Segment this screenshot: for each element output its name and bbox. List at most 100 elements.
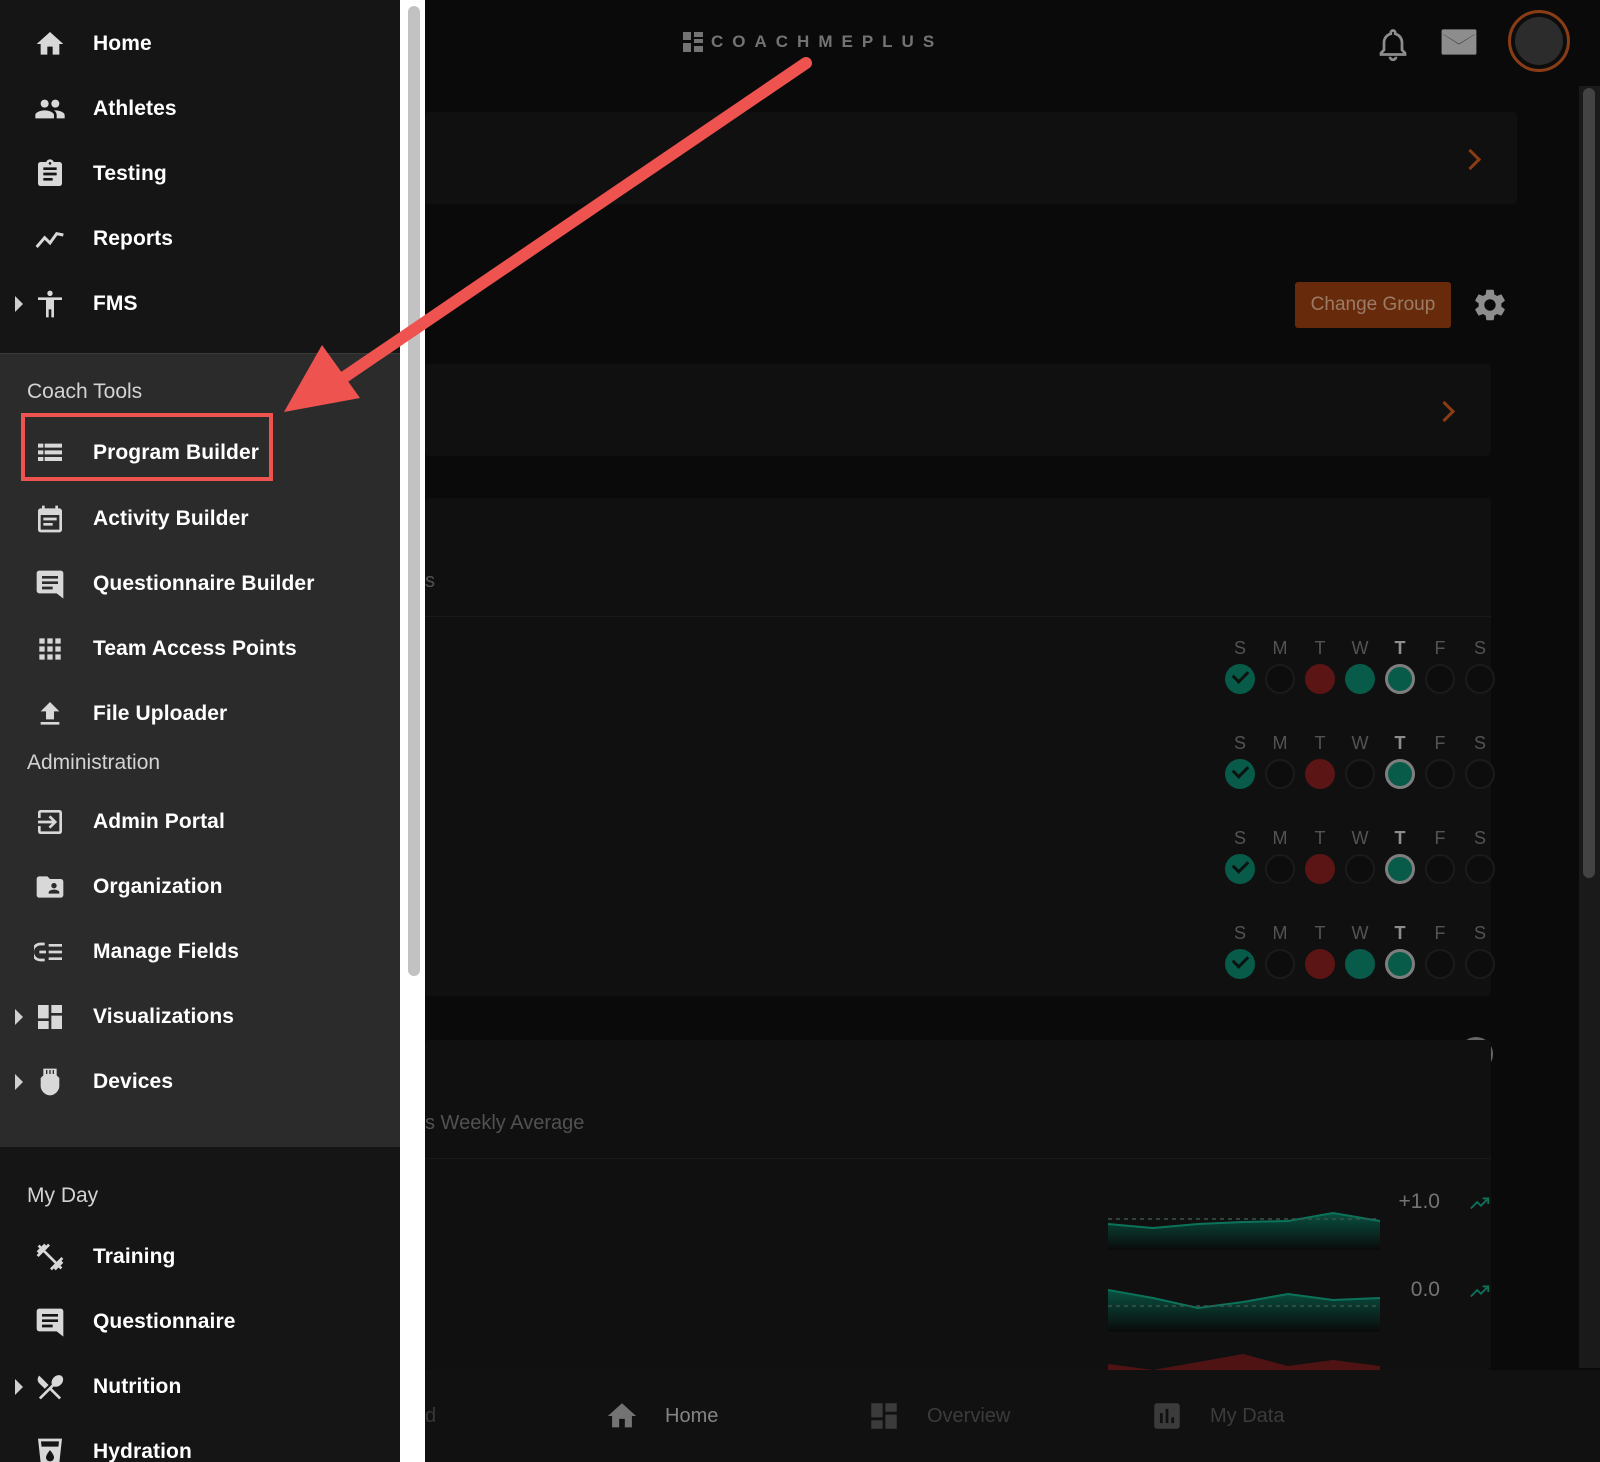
nav-item-label: Activity Builder	[93, 507, 249, 530]
nav-item-devices[interactable]: Devices	[0, 1054, 400, 1110]
expand-caret-icon[interactable]	[15, 1379, 23, 1395]
card-subtitle: s Weekly Average	[425, 1112, 585, 1134]
day-status-check[interactable]	[1225, 664, 1255, 694]
people-icon	[34, 93, 66, 125]
day-status-empty[interactable]	[1345, 854, 1375, 884]
day-status-check[interactable]	[1225, 759, 1255, 789]
day-status-today[interactable]	[1385, 664, 1415, 694]
day-status-empty[interactable]	[1425, 854, 1455, 884]
nav-item-label: Testing	[93, 162, 167, 185]
app-logo[interactable]: COACHMEPLUS	[683, 30, 943, 54]
day-status-empty[interactable]	[1425, 949, 1455, 979]
bottom-nav-overview[interactable]: Overview	[867, 1370, 1010, 1462]
nav-item-label: Visualizations	[93, 1005, 235, 1028]
day-status-empty[interactable]	[1265, 854, 1295, 884]
day-status-today[interactable]	[1385, 949, 1415, 979]
day-status-check[interactable]	[1225, 854, 1255, 884]
bottom-nav-partial-item[interactable]: d	[425, 1370, 436, 1462]
nav-item-questionnaire[interactable]: Questionnaire	[0, 1294, 400, 1350]
day-letter: M	[1272, 923, 1288, 943]
nav-item-label: Nutrition	[93, 1375, 182, 1398]
day-status-empty[interactable]	[1265, 759, 1295, 789]
nav-item-label: Team Access Points	[93, 637, 297, 660]
bottom-navigation: d Home Overview My Data	[425, 1370, 1600, 1462]
day-status-red[interactable]	[1305, 664, 1335, 694]
group-card[interactable]	[425, 364, 1491, 456]
expand-caret-icon[interactable]	[15, 1009, 23, 1025]
sparkline-3	[1108, 1354, 1380, 1370]
folder-person-icon	[34, 871, 66, 903]
logo-mark-icon	[683, 32, 703, 52]
day-letter: T	[1314, 733, 1326, 753]
avatar[interactable]	[1508, 10, 1570, 72]
calendar-note-icon	[34, 503, 66, 535]
bell-icon[interactable]	[1375, 24, 1411, 64]
nav-item-admin-portal[interactable]: Admin Portal	[0, 794, 400, 850]
nav-item-manage-fields[interactable]: Manage Fields	[0, 924, 400, 980]
day-status-empty[interactable]	[1265, 664, 1295, 694]
day-status-empty[interactable]	[1265, 949, 1295, 979]
day-letter: T	[1314, 923, 1326, 943]
week-row: SMTWTFS	[1225, 733, 1497, 813]
nav-item-questionnaire-builder[interactable]: Questionnaire Builder	[0, 556, 400, 612]
day-status-empty[interactable]	[1425, 759, 1455, 789]
nav-item-training[interactable]: Training	[0, 1229, 400, 1285]
drawer-scrollbar[interactable]	[400, 0, 425, 1462]
change-group-button[interactable]: Change Group	[1295, 282, 1451, 328]
nav-item-program-builder[interactable]: Program Builder	[0, 425, 400, 481]
day-status-today[interactable]	[1385, 759, 1415, 789]
day-status-green[interactable]	[1345, 949, 1375, 979]
day-status-green[interactable]	[1345, 664, 1375, 694]
nav-item-visualizations[interactable]: Visualizations	[0, 989, 400, 1045]
upload-icon	[34, 698, 66, 730]
day-status-empty[interactable]	[1465, 759, 1495, 789]
line-chart-icon	[34, 223, 66, 255]
main-scrollbar-thumb[interactable]	[1583, 88, 1595, 878]
nav-item-activity-builder[interactable]: Activity Builder	[0, 491, 400, 547]
trend-value: 0.0	[1410, 1278, 1440, 1301]
nav-item-organization[interactable]: Organization	[0, 859, 400, 915]
nav-item-home[interactable]: Home	[0, 16, 400, 72]
day-status-red[interactable]	[1305, 949, 1335, 979]
nav-item-hydration[interactable]: Hydration	[0, 1424, 400, 1462]
day-letter: S	[1473, 828, 1486, 848]
day-status-empty[interactable]	[1465, 854, 1495, 884]
day-status-empty[interactable]	[1425, 664, 1455, 694]
nav-item-label: Questionnaire Builder	[93, 572, 315, 595]
mail-icon[interactable]	[1440, 26, 1478, 58]
day-letter: F	[1434, 923, 1446, 943]
drawer-scrollbar-thumb[interactable]	[408, 6, 420, 976]
nav-item-team-access-points[interactable]: Team Access Points	[0, 621, 400, 677]
sparkline-2	[1108, 1289, 1380, 1332]
expand-caret-icon[interactable]	[15, 296, 23, 312]
nav-item-athletes[interactable]: Athletes	[0, 81, 400, 137]
nav-item-testing[interactable]: Testing	[0, 146, 400, 202]
day-letter: F	[1434, 733, 1446, 753]
main-scrollbar[interactable]	[1579, 86, 1600, 1368]
day-status-empty[interactable]	[1465, 949, 1495, 979]
nav-item-nutrition[interactable]: Nutrition	[0, 1359, 400, 1415]
nav-item-fms[interactable]: FMS	[0, 276, 400, 332]
summary-card[interactable]	[425, 112, 1517, 204]
expand-caret-icon[interactable]	[15, 1074, 23, 1090]
gear-icon[interactable]	[1471, 286, 1509, 324]
sparkline-1	[1108, 1211, 1380, 1250]
chevron-right-icon	[1459, 148, 1482, 171]
fields-icon	[34, 936, 66, 968]
card-subtitle: s	[425, 570, 435, 592]
day-status-empty[interactable]	[1345, 759, 1375, 789]
day-status-empty[interactable]	[1465, 664, 1495, 694]
main-content: COACHMEPLUS Change Group ? s SMTWTFSSMTW…	[425, 0, 1600, 1462]
bottom-nav-home[interactable]: Home	[605, 1370, 718, 1462]
day-status-red[interactable]	[1305, 854, 1335, 884]
day-status-red[interactable]	[1305, 759, 1335, 789]
section-title-administration: Administration	[27, 751, 161, 774]
nav-item-reports[interactable]: Reports	[0, 211, 400, 267]
bar-chart-icon	[1150, 1399, 1184, 1433]
day-status-check[interactable]	[1225, 949, 1255, 979]
nav-item-file-uploader[interactable]: File Uploader	[0, 686, 400, 742]
day-status-today[interactable]	[1385, 854, 1415, 884]
bottom-nav-my-data[interactable]: My Data	[1150, 1370, 1284, 1462]
navigation-drawer: Home Athletes Testing Reports FMS Coach …	[0, 0, 401, 1462]
day-letter: T	[1394, 638, 1406, 658]
